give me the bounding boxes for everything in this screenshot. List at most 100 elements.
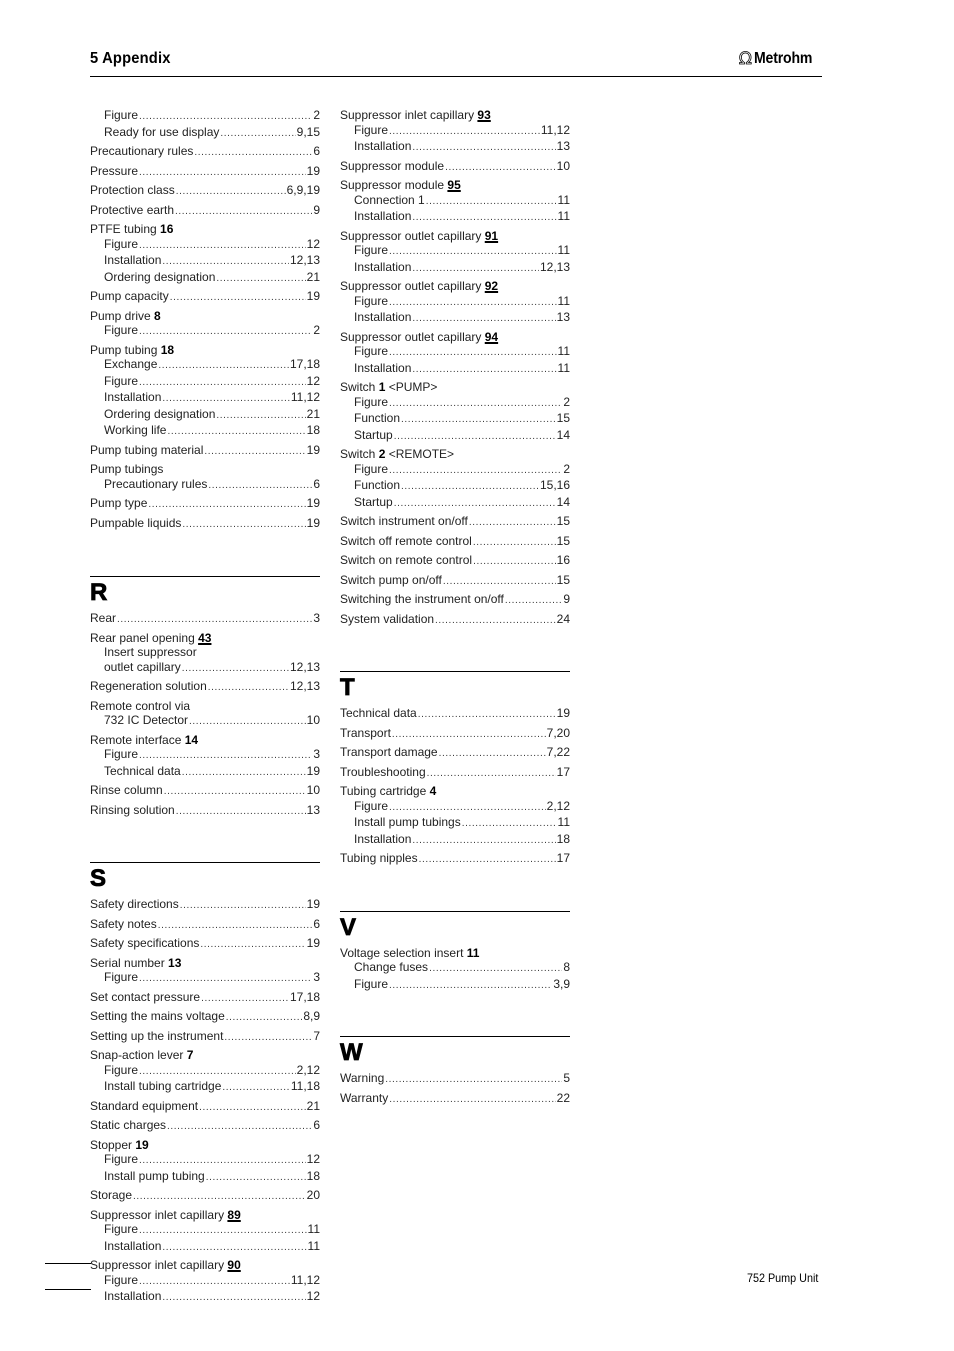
page-numbers[interactable]: 19: [307, 496, 320, 511]
page-numbers[interactable]: 8: [563, 960, 570, 975]
page-numbers[interactable]: 10: [307, 713, 320, 728]
page-numbers[interactable]: 12,13: [290, 253, 320, 268]
entry-label: Rinse column: [90, 783, 163, 797]
leader-dots: [389, 1093, 555, 1108]
page-numbers[interactable]: 6,9,19: [287, 183, 320, 198]
page-numbers[interactable]: 11,12: [291, 1273, 320, 1288]
index-subentry: Startup 14: [340, 495, 570, 512]
page-numbers[interactable]: 11: [558, 815, 570, 830]
page-numbers[interactable]: 21: [307, 270, 320, 285]
entry-label: Figure: [354, 344, 389, 358]
page-numbers[interactable]: 9: [313, 203, 320, 218]
page-numbers[interactable]: 19: [307, 443, 320, 458]
page-numbers[interactable]: 10: [557, 159, 570, 174]
page-numbers[interactable]: 3: [313, 611, 320, 626]
page-numbers[interactable]: 2,12: [297, 1063, 320, 1078]
page-numbers[interactable]: 2: [313, 323, 320, 338]
page-numbers[interactable]: 11: [558, 344, 570, 359]
page-numbers[interactable]: 19: [307, 897, 320, 912]
index-subentry: Installation 11: [340, 209, 570, 226]
page-numbers[interactable]: 6: [313, 477, 320, 492]
page-numbers[interactable]: 11: [558, 361, 570, 376]
page-numbers[interactable]: 19: [557, 706, 570, 721]
leader-dots: [201, 992, 289, 1007]
item-reference-number: 13: [168, 955, 182, 970]
page-numbers[interactable]: 21: [307, 407, 320, 422]
page-numbers[interactable]: 5: [563, 1071, 570, 1086]
page-numbers[interactable]: 15: [557, 514, 570, 529]
page-numbers[interactable]: 14: [557, 428, 570, 443]
leader-dots: [176, 185, 286, 200]
leader-dots: [426, 195, 557, 210]
page-numbers[interactable]: 19: [307, 164, 320, 179]
page-numbers[interactable]: 2: [563, 395, 570, 410]
page-numbers[interactable]: 18: [307, 1169, 320, 1184]
page-numbers[interactable]: 12,13: [290, 679, 320, 694]
section-entries: Voltage selection insert 11Change fuses8…: [340, 946, 570, 994]
page-numbers[interactable]: 20: [307, 1188, 320, 1203]
page-numbers[interactable]: 11: [308, 1239, 320, 1254]
page-numbers[interactable]: 10: [307, 783, 320, 798]
page-numbers[interactable]: 24: [557, 612, 570, 627]
page-numbers[interactable]: 19: [307, 936, 320, 951]
leader-dots: [158, 359, 289, 374]
page-numbers[interactable]: 13: [307, 803, 320, 818]
page-numbers[interactable]: 13: [557, 310, 570, 325]
page-numbers[interactable]: 7: [313, 1029, 320, 1044]
page-numbers[interactable]: 9,15: [297, 125, 320, 140]
page-numbers[interactable]: 6: [313, 1118, 320, 1133]
page-numbers[interactable]: 15,16: [540, 478, 570, 493]
index-item: Set contact pressure 17,18: [90, 990, 320, 1007]
page-numbers[interactable]: 11,18: [291, 1079, 320, 1094]
page-numbers[interactable]: 11: [558, 243, 570, 258]
page-numbers[interactable]: 12: [307, 1289, 320, 1304]
page-numbers[interactable]: 11,12: [291, 390, 320, 405]
page-numbers[interactable]: 13: [557, 139, 570, 154]
page-numbers[interactable]: 21: [307, 1099, 320, 1114]
page-numbers[interactable]: 14: [557, 495, 570, 510]
page-numbers[interactable]: 18: [307, 423, 320, 438]
index-entry: Safety notes 6: [90, 917, 320, 934]
page-numbers[interactable]: 15: [557, 573, 570, 588]
page-numbers[interactable]: 17,18: [290, 357, 320, 372]
page-numbers[interactable]: 12: [307, 1152, 320, 1167]
page-numbers[interactable]: 15: [557, 411, 570, 426]
leader-dots: [389, 125, 540, 140]
page-numbers[interactable]: 3: [313, 970, 320, 985]
page-numbers[interactable]: 7,20: [547, 726, 570, 741]
index-heading: Stopper 19: [90, 1138, 320, 1153]
page-numbers[interactable]: 12,13: [290, 660, 320, 675]
page-numbers[interactable]: 9: [563, 592, 570, 607]
page-numbers[interactable]: 15: [557, 534, 570, 549]
page-numbers[interactable]: 19: [307, 764, 320, 779]
page-numbers[interactable]: 11: [308, 1222, 320, 1237]
leader-dots: [182, 766, 306, 781]
page-numbers[interactable]: 11,12: [541, 123, 570, 138]
page-numbers[interactable]: 19: [307, 289, 320, 304]
page-numbers[interactable]: 3,9: [553, 977, 570, 992]
page-numbers[interactable]: 2,12: [547, 799, 570, 814]
page-numbers[interactable]: 2: [563, 462, 570, 477]
page-numbers[interactable]: 3: [313, 747, 320, 762]
page-numbers[interactable]: 22: [557, 1091, 570, 1106]
entry-label: Switch: [340, 380, 376, 394]
page-numbers[interactable]: 17: [557, 851, 570, 866]
page-numbers[interactable]: 12: [307, 237, 320, 252]
page-numbers[interactable]: 17: [557, 765, 570, 780]
page-numbers[interactable]: 17,18: [290, 990, 320, 1005]
page-numbers[interactable]: 6: [313, 144, 320, 159]
page-numbers[interactable]: 8,9: [303, 1009, 320, 1024]
item-reference-number: 91: [484, 228, 499, 243]
page-numbers[interactable]: 11: [558, 294, 570, 309]
page-numbers[interactable]: 12,13: [540, 260, 570, 275]
page-numbers[interactable]: 12: [307, 374, 320, 389]
page-numbers[interactable]: 19: [307, 516, 320, 531]
entry-label: Serial number: [90, 955, 165, 970]
page-numbers[interactable]: 16: [557, 553, 570, 568]
page-numbers[interactable]: 6: [313, 917, 320, 932]
page-numbers[interactable]: 2: [313, 108, 320, 123]
page-numbers[interactable]: 18: [557, 832, 570, 847]
page-numbers[interactable]: 11: [558, 209, 570, 224]
page-numbers[interactable]: 11: [558, 193, 570, 208]
page-numbers[interactable]: 7,22: [547, 745, 570, 760]
